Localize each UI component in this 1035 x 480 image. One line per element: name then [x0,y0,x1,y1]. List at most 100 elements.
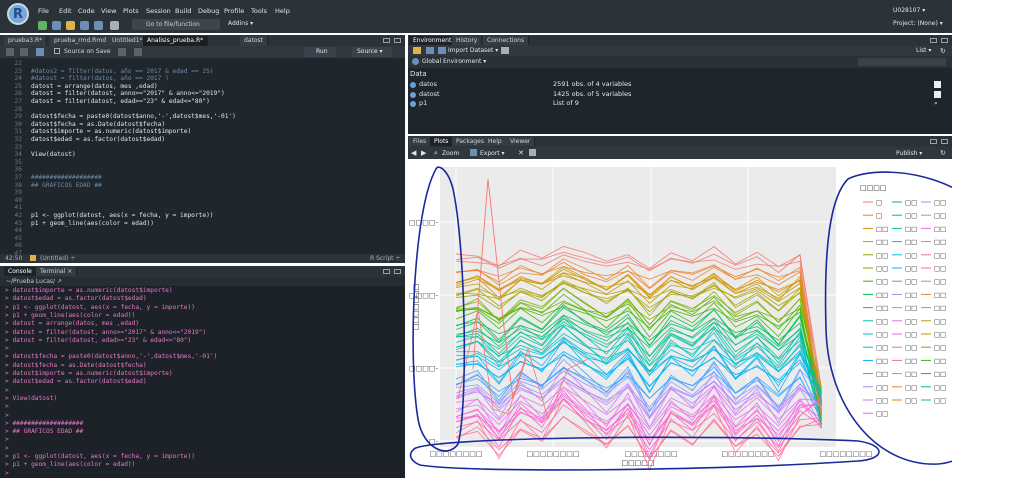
menu-tools[interactable]: Tools [251,7,267,15]
line-number: 34 [14,151,22,159]
code-line: 32 datost$edad = as.factor(datost$edad) [0,136,405,144]
legend-label: □□ [876,238,888,246]
legend-label: □□ [905,357,917,365]
save-icon[interactable] [36,48,44,56]
save-all-icon[interactable] [94,21,103,30]
menu-debug[interactable]: Debug [198,7,219,15]
maximize-icon[interactable] [394,269,401,274]
editor-tab-3[interactable]: Analisis_prueba.R* [143,36,209,46]
export-button[interactable]: Export ▾ [480,150,505,157]
menu-view[interactable]: View [101,7,116,15]
environment-search-input[interactable] [858,58,946,66]
console-path: ~/Prueba Lucas/ ↗ [0,277,405,286]
view-data-icon[interactable] [934,81,941,88]
broom-icon[interactable] [501,47,509,54]
addins-menu[interactable]: Addins ▾ [228,20,253,27]
new-file-icon[interactable] [38,21,47,30]
search-icon[interactable]: ⌕ [934,99,938,108]
source-on-save-checkbox[interactable] [54,48,60,54]
console-tab-1[interactable]: Terminal × [36,267,78,276]
print-icon[interactable] [110,21,119,30]
expand-icon[interactable] [410,101,416,107]
environment-selector[interactable]: Global Environment ▾ [422,58,486,65]
expand-icon[interactable] [410,82,416,88]
back-icon[interactable] [6,48,14,56]
search-icon[interactable] [118,48,126,56]
console-line: > datost$importe = as.numeric(datost$imp… [5,287,173,294]
publish-button[interactable]: Publish ▾ [896,150,922,157]
wand-icon[interactable] [134,48,142,56]
expand-icon[interactable] [410,91,416,98]
code-line: 39 [0,189,405,197]
minimize-icon[interactable] [930,38,937,43]
env-section-data: Data [410,70,427,78]
files-tab-files[interactable]: Files [409,137,432,146]
env-tab-environment[interactable]: Environment [409,36,457,45]
env-object-row[interactable]: p1 List of 9 ⌕ [408,99,952,108]
console[interactable]: > datost$importe = as.numeric(datost$imp… [0,286,405,478]
next-plot-icon[interactable]: ▶ [421,149,426,157]
env-object-row[interactable]: datos 2591 obs. of 4 variables [408,80,952,89]
files-tab-viewer[interactable]: Viewer [506,137,536,146]
menu-session[interactable]: Session [146,7,171,15]
save-workspace-icon[interactable] [426,47,434,54]
line-number: 38 [14,181,22,189]
prev-plot-icon[interactable]: ◀ [411,149,416,157]
source-button[interactable]: Source ▾ [352,47,392,57]
file-type-selector[interactable]: R Script ÷ [370,254,400,263]
editor-tab-1[interactable]: prueba_rmd.Rmd [50,36,111,46]
env-tab-connections[interactable]: Connections [483,36,530,45]
legend-label: □□ [934,291,946,299]
import-dataset-button[interactable]: Import Dataset ▾ [448,47,498,54]
code-line: 46 [0,242,405,250]
minimize-icon[interactable] [383,38,390,43]
save-icon[interactable] [80,21,89,30]
x-tick-label: □□□□□□□□ [430,450,483,458]
load-workspace-icon[interactable] [413,47,421,54]
maximize-icon[interactable] [941,38,948,43]
broom-icon[interactable] [529,149,536,156]
code-text: p1 + geom_line(aes(color = edad)) [31,219,154,227]
env-tab-history[interactable]: History [452,36,483,45]
refresh-icon[interactable]: ↻ [940,149,946,157]
maximize-icon[interactable] [941,139,948,144]
menu-help[interactable]: Help [275,7,290,15]
files-tab-plots[interactable]: Plots [430,137,454,146]
editor-tab-0[interactable]: prueba3.R* [4,36,48,46]
code-editor[interactable]: 22 23 #datos2 = filter(datos, año == 2017 … [0,58,405,254]
code-line: 45 [0,235,405,243]
minimize-icon[interactable] [383,269,390,274]
editor-tab-2[interactable]: Untitled1* [108,36,148,46]
zoom-button[interactable]: Zoom [442,150,459,157]
plot-viewer: □□□□- □□□□- □□□□- □- □□□□□□□□ □□□□□□□□ □□□□□□□… [408,159,1025,478]
console-tabs: Console Terminal × [0,266,405,277]
menu-plots[interactable]: Plots [123,7,139,15]
run-button[interactable]: Run [304,47,336,57]
menu-profile[interactable]: Profile [224,7,244,15]
open-file-icon[interactable] [66,21,75,30]
menu-edit[interactable]: Edit [59,7,72,15]
project-menu[interactable]: Project: (None) ▾ [893,20,943,27]
y-tick-label: □□□□- [409,219,438,227]
menu-file[interactable]: File [38,7,49,15]
editor-tab-4[interactable]: datost [240,36,268,46]
menu-code[interactable]: Code [78,7,95,15]
refresh-icon[interactable]: ↻ [940,47,946,55]
files-tab-help[interactable]: Help [484,137,507,146]
delete-plot-icon[interactable]: ✕ [518,149,524,157]
console-tab-0[interactable]: Console [4,267,37,276]
user-menu[interactable]: U028107 ▾ [893,7,925,14]
code-line: 41 [0,204,405,212]
forward-icon[interactable] [20,48,28,56]
env-object-row[interactable]: datost 1425 obs. of 5 variables [408,90,952,99]
code-text: datost = arrange(datos, mes ,edad) [31,82,158,90]
view-data-icon[interactable] [934,90,941,98]
goto-file-input[interactable]: Go to file/function [132,19,220,30]
menu-build[interactable]: Build [175,7,191,15]
console-line: > datost$edad = as.factor(datost$edad) [5,378,147,386]
scope-selector[interactable]: (Untitled) ÷ [40,254,75,263]
list-view-selector[interactable]: List ▾ [916,47,931,54]
maximize-icon[interactable] [394,38,401,43]
new-project-icon[interactable] [52,21,61,30]
minimize-icon[interactable] [930,139,937,144]
